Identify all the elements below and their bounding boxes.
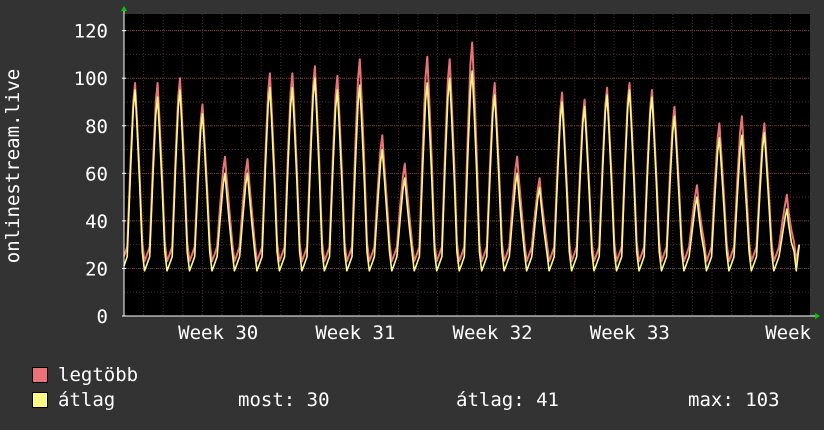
y-axis-label: onlinestream.live (2, 69, 24, 263)
stat-now: most: 30 (238, 389, 330, 411)
y-tick-label: 100 (74, 68, 108, 90)
legend-label-max: legtöbb (58, 364, 139, 386)
x-tick-label: Week 33 (590, 322, 670, 344)
x-tick-label: Week 31 (315, 322, 395, 344)
y-tick-label: 0 (97, 306, 108, 328)
y-tick-label: 20 (85, 258, 108, 280)
x-axis-arrow-icon (815, 313, 820, 319)
legend-label-avg: átlag (58, 389, 116, 411)
x-tick-label: Week 30 (178, 322, 258, 344)
y-axis-arrow-icon (121, 6, 127, 11)
y-tick-label: 80 (85, 116, 108, 138)
legend-swatch-avg (32, 392, 48, 408)
x-tick-label: Week (765, 322, 811, 344)
legend-swatch-max (32, 367, 48, 383)
y-tick-label: 120 (74, 21, 108, 43)
x-tick-label: Week 32 (453, 322, 533, 344)
stat-max: max: 103 (688, 389, 780, 411)
stat-average: átlag: 41 (456, 389, 559, 411)
y-tick-label: 60 (85, 163, 108, 185)
y-tick-label: 40 (85, 211, 108, 233)
